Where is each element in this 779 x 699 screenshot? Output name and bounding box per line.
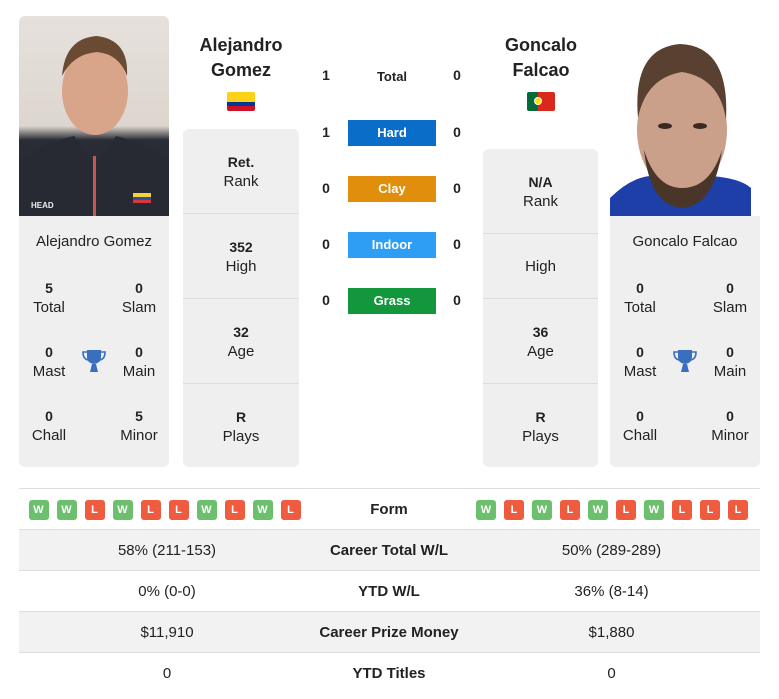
player2-titles-minor: 0 Minor — [711, 408, 749, 444]
player1-titles-chall: 0 Chall — [31, 408, 67, 444]
player1-rank: Ret. Rank — [223, 154, 259, 190]
player1-titles-minor: 5 Minor — [120, 408, 158, 444]
h2h-grass-p2: 0 — [453, 292, 461, 308]
form-loss-badge: L — [672, 500, 692, 520]
portugal-flag-icon — [527, 92, 555, 111]
player1-career-total-w-l: 58% (211-153) — [117, 542, 217, 559]
player1-high: 352 High — [225, 239, 257, 275]
player1-stats-card: Ret. Rank 352 High 32 Age R Plays — [183, 129, 299, 467]
player1-age: 32 Age — [227, 324, 255, 360]
player2-age: 36 Age — [527, 324, 554, 360]
form-win-badge: W — [112, 500, 133, 520]
career-prize-money-label: Career Prize Money — [319, 624, 459, 641]
player1-titles-slam: 0 Slam — [121, 280, 157, 316]
player2-stats-card: N/A Rank High 36 Age R Plays — [483, 149, 598, 467]
player1-career-prize-money: $11,910 — [140, 624, 194, 641]
h2h-clay-p1: 0 — [322, 180, 330, 196]
ytd-w-l-row: 0% (0-0) YTD W/L 36% (8-14) — [19, 570, 760, 611]
player2-plays: R Plays — [522, 409, 559, 445]
player2-titles-card: Goncalo Falcao 0 Total 0 Slam 0 Mast 0 Main … — [610, 216, 760, 467]
h2h-hard-p2: 0 — [453, 124, 461, 140]
player2-full-name: Goncalo Falcao — [632, 233, 738, 250]
player2-form: WLWLWLWLLL — [463, 489, 760, 520]
h2h-hard-p1: 1 — [322, 124, 330, 140]
form-win-badge: W — [252, 500, 273, 520]
h2h-indoor-p2: 0 — [453, 236, 461, 252]
form-win-badge: W — [588, 500, 608, 520]
player2-photo — [610, 38, 751, 216]
player2-career-prize-money: $1,880 — [588, 624, 635, 641]
career-prize-money-row: $11,910 Career Prize Money $1,880 — [19, 611, 760, 652]
player1-titles-main: 0 Main — [122, 344, 156, 380]
form-win-badge: W — [644, 500, 664, 520]
form-loss-badge: L — [700, 500, 720, 520]
h2h-grass-p1: 0 — [322, 292, 330, 308]
ytd-w-l-label: YTD W/L — [358, 583, 420, 600]
player1-titles-total: 5 Total — [33, 280, 65, 316]
surface-hard-badge: Hard — [348, 120, 436, 146]
form-win-badge: W — [532, 500, 552, 520]
player1-name[interactable]: Alejandro Gomez — [183, 33, 299, 83]
player1-ytd-w-l: 0% (0-0) — [138, 583, 196, 600]
player2-titles-main: 0 Main — [713, 344, 747, 380]
ytd-titles-label: YTD Titles — [352, 665, 426, 682]
player2-high: High — [525, 258, 556, 275]
player2-career-total-w-l: 50% (289-289) — [561, 542, 662, 559]
h2h-indoor-p1: 0 — [322, 236, 330, 252]
h2h-total-p2: 0 — [453, 67, 461, 83]
form-loss-badge: L — [280, 500, 301, 520]
form-loss-badge: L — [560, 500, 580, 520]
form-loss-badge: L — [504, 500, 524, 520]
player1-titles-card: Alejandro Gomez 5 Total 0 Slam 0 Mast 0 Main… — [19, 216, 169, 467]
form-row: WWLWLLWLWL Form WLWLWLWLLL — [19, 488, 760, 529]
career-total-w-l-label: Career Total W/L — [329, 542, 449, 559]
colombia-flag-icon — [227, 92, 255, 111]
player2-titles-total: 0 Total — [624, 280, 656, 316]
career-total-w-l-row: 58% (211-153) Career Total W/L 50% (289-28… — [19, 529, 760, 570]
form-loss-badge: L — [84, 500, 105, 520]
form-loss-badge: L — [168, 500, 189, 520]
surface-indoor-badge: Indoor — [348, 232, 436, 258]
player2-rank: N/A Rank — [522, 174, 559, 210]
form-win-badge: W — [476, 500, 496, 520]
player2-ytd-w-l: 36% (8-14) — [574, 583, 649, 600]
form-win-badge: W — [196, 500, 217, 520]
player1-full-name: Alejandro Gomez — [36, 233, 152, 250]
form-loss-badge: L — [728, 500, 748, 520]
player2-name[interactable]: Goncalo Falcao — [483, 33, 599, 83]
form-loss-badge: L — [140, 500, 161, 520]
trophy-icon — [673, 350, 697, 372]
surface-grass-badge: Grass — [348, 288, 436, 314]
form-loss-badge: L — [616, 500, 636, 520]
player2-titles-mast: 0 Mast — [623, 344, 657, 380]
form-win-badge: W — [56, 500, 77, 520]
trophy-icon — [82, 350, 106, 372]
player1-ytd-titles: 0 — [162, 665, 172, 682]
ytd-titles-row: 0 YTD Titles 0 — [19, 652, 760, 693]
player2-titles-slam: 0 Slam — [712, 280, 748, 316]
player1-form: WWLWLLWLWL — [19, 489, 315, 520]
player1-titles-mast: 0 Mast — [32, 344, 66, 380]
h2h-total-p1: 1 — [322, 67, 330, 83]
form-win-badge: W — [28, 500, 49, 520]
form-loss-badge: L — [224, 500, 245, 520]
h2h-total-label: Total — [376, 69, 408, 84]
player1-plays: R Plays — [222, 409, 260, 445]
player2-ytd-titles: 0 — [607, 665, 616, 682]
player1-photo: HEAD — [19, 16, 169, 216]
svg-text:HEAD: HEAD — [31, 201, 54, 210]
h2h-clay-p2: 0 — [453, 180, 461, 196]
surface-clay-badge: Clay — [348, 176, 436, 202]
player2-titles-chall: 0 Chall — [622, 408, 658, 444]
form-label: Form — [370, 501, 408, 518]
